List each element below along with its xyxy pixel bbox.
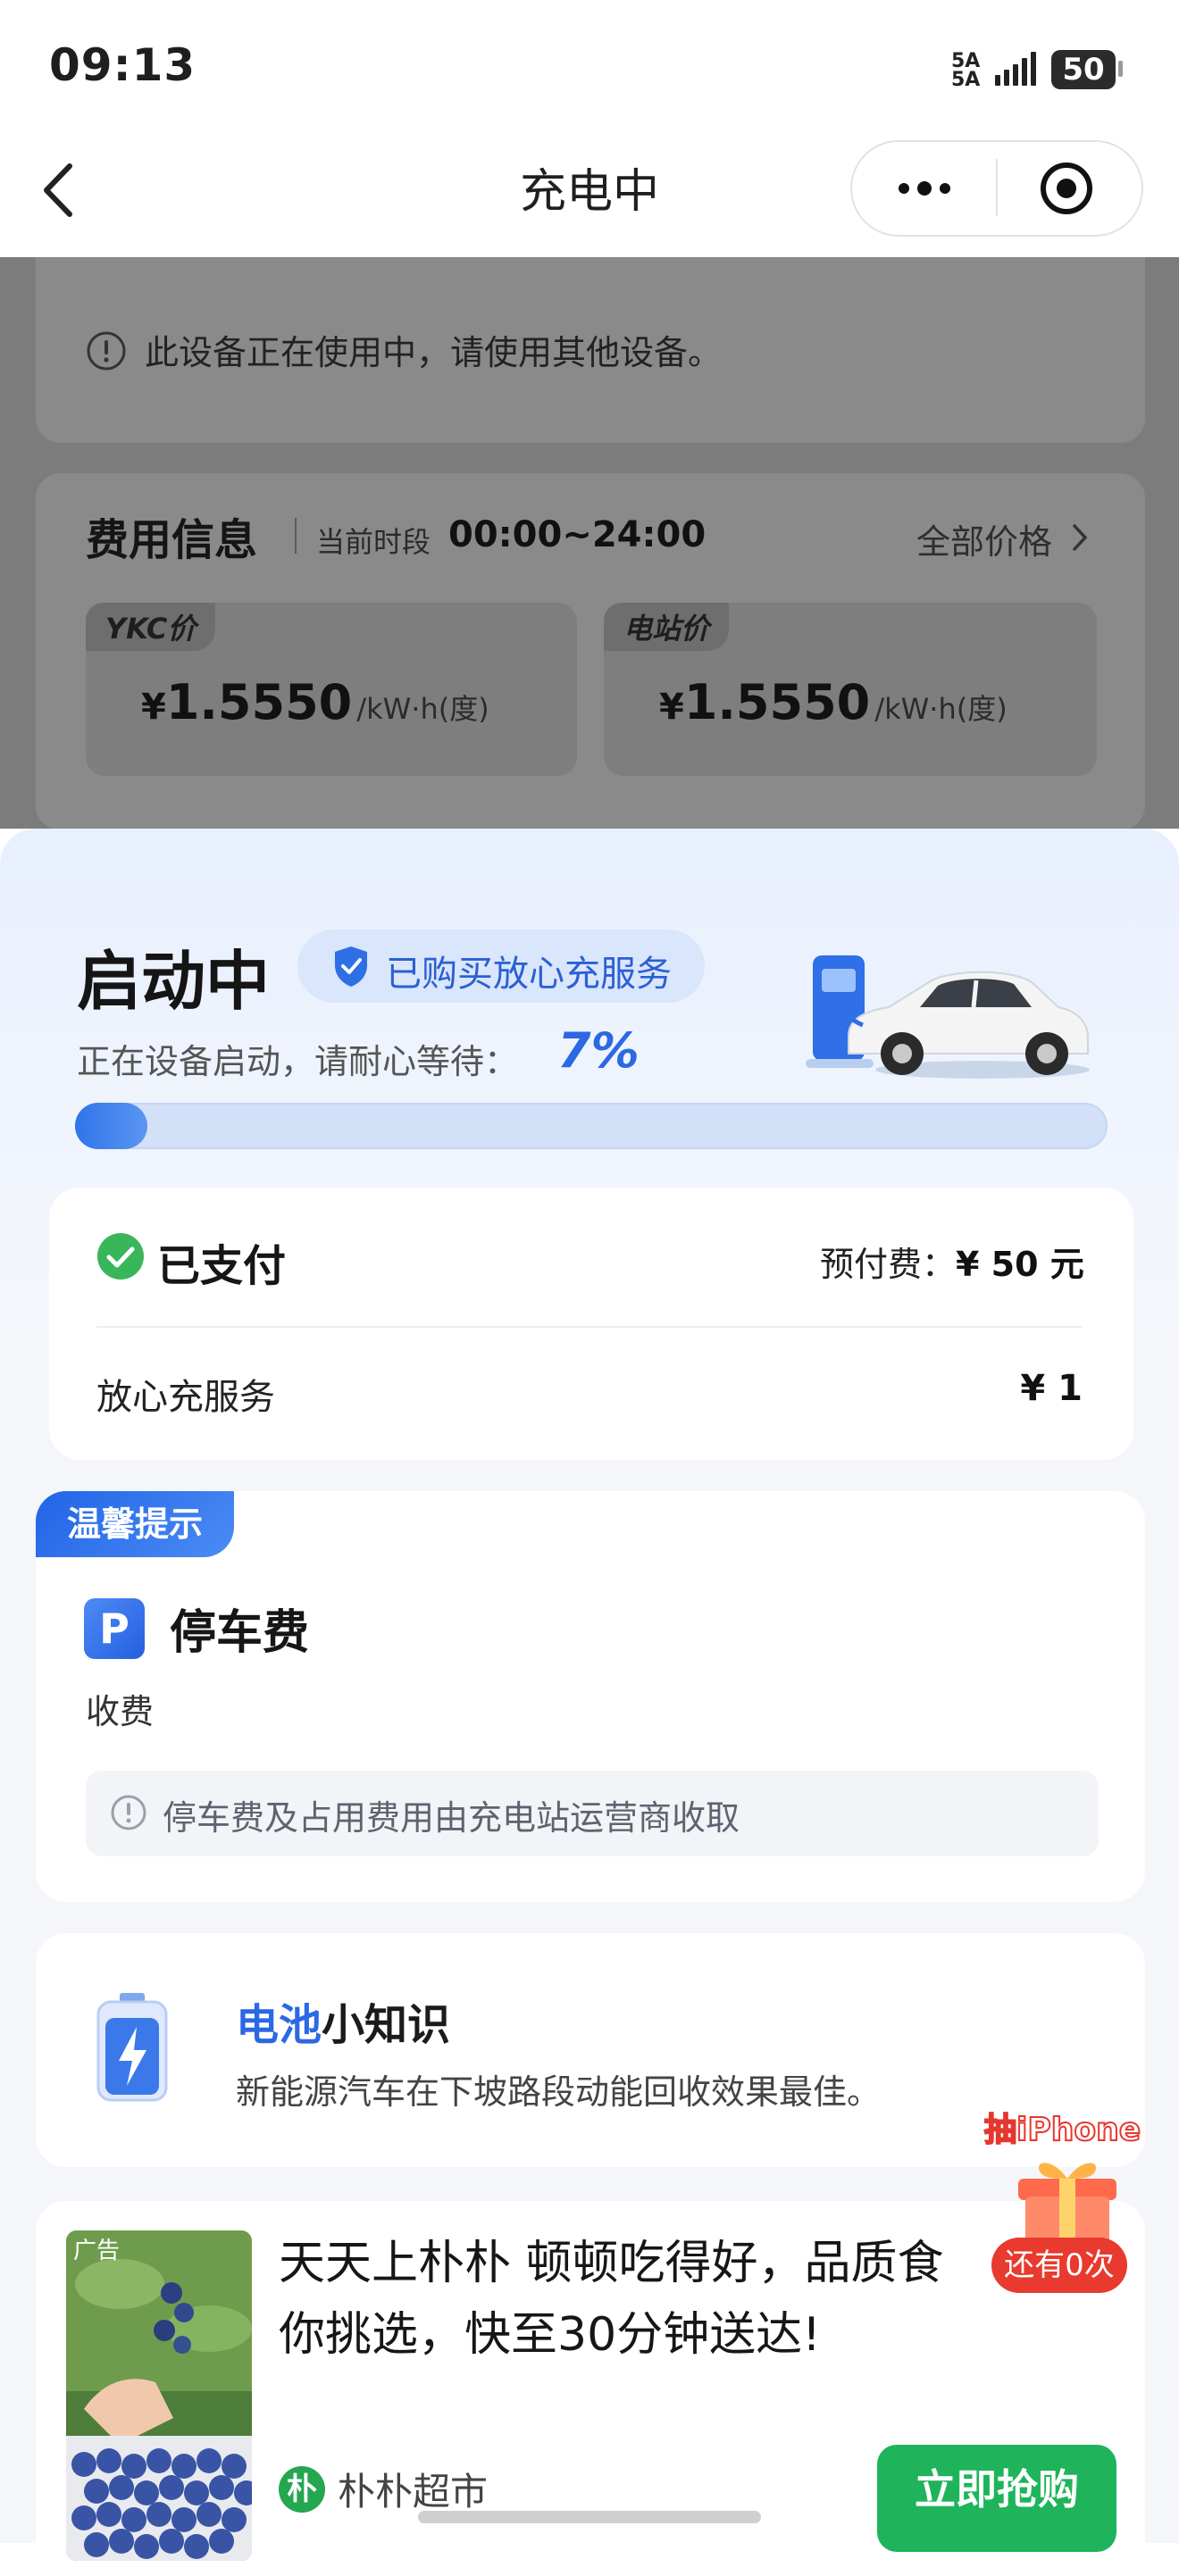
price-currency: ¥	[659, 687, 684, 728]
service-badge-label: 已购买放心充服务	[386, 954, 672, 995]
knowledge-card	[36, 1933, 1145, 2167]
gift-box-icon[interactable]	[1000, 2143, 1134, 2250]
price-unit: /kW·h(度)	[874, 692, 1008, 726]
price-currency: ¥	[141, 687, 166, 728]
ad-label: 广告	[73, 2238, 121, 2264]
info-icon	[87, 331, 126, 371]
tip-badge: 温馨提示	[36, 1491, 234, 1557]
price-tag: 电站价	[604, 603, 730, 651]
fee-divider	[295, 518, 297, 554]
buy-now-button[interactable]: 立即抢购	[877, 2445, 1116, 2552]
all-prices-link[interactable]: 全部价格	[916, 514, 1052, 563]
status-title: 启动中	[77, 944, 271, 1019]
wait-text: 正在设备启动，请耐心等待：	[77, 1042, 519, 1081]
service-label: 放心充服务	[96, 1377, 275, 1418]
battery-indicator: 50	[1051, 50, 1116, 89]
close-target-icon[interactable]	[1039, 161, 1094, 216]
check-circle-icon	[97, 1233, 144, 1280]
payment-divider	[96, 1326, 1083, 1328]
battery-icon	[96, 1993, 168, 2102]
info-icon	[111, 1795, 146, 1830]
price-amount: 1.5550	[165, 674, 353, 730]
device-notice-text: 此设备正在使用中，请使用其他设备。	[145, 333, 723, 372]
home-indicator	[418, 2511, 761, 2523]
car-charging-illustration	[806, 955, 1090, 1079]
progress-percent: 7%	[557, 1022, 640, 1079]
parking-title: 停车费	[170, 1606, 310, 1660]
brand-avatar: 朴	[279, 2466, 325, 2513]
signal-bars-icon	[995, 52, 1036, 86]
chevron-right-icon	[1073, 524, 1088, 551]
parking-note-text: 停车费及占用费用由充电站运营商收取	[163, 1798, 740, 1838]
prepay-label: 预付费：	[820, 1245, 957, 1284]
progress-track	[75, 1103, 1108, 1149]
knowledge-text: 新能源汽车在下坡路段动能回收效果最佳。	[236, 2072, 882, 2112]
period-label: 当前时段	[316, 525, 431, 559]
knowledge-title-blue: 电池	[236, 2000, 322, 2050]
parking-sub: 收费	[86, 1692, 155, 1731]
signal-label: 5A 5A	[951, 50, 981, 91]
paid-label: 已支付	[157, 1241, 287, 1291]
period-value: 00:00~24:00	[448, 514, 707, 555]
price-tag: YKC价	[86, 603, 216, 651]
brand-name: 朴朴超市	[338, 2470, 489, 2513]
prepay-row: 预付费：¥ 50 元	[820, 1237, 1084, 1286]
knowledge-title: 电池小知识	[236, 1989, 450, 2052]
fee-title: 费用信息	[86, 515, 258, 565]
parking-icon: P	[84, 1598, 145, 1659]
price-line: ¥1.5550 /kW·h(度)	[141, 674, 489, 730]
ad-image[interactable]	[66, 2230, 252, 2561]
price-unit: /kW·h(度)	[356, 692, 489, 726]
progress-fill	[75, 1103, 147, 1149]
service-value: ¥ 1	[1020, 1368, 1083, 1409]
status-time: 09:13	[49, 39, 196, 91]
shield-check-icon	[335, 946, 367, 987]
knowledge-title-rest: 小知识	[322, 2000, 451, 2050]
ad-headline[interactable]: 天天上朴朴 顿顿吃得好，品质食 你挑选，快至30分钟送达!	[279, 2228, 1047, 2371]
price-amount: 1.5550	[683, 674, 871, 730]
price-line: ¥1.5550 /kW·h(度)	[659, 674, 1008, 730]
capsule-divider	[996, 159, 998, 216]
more-dots-icon[interactable]	[893, 172, 956, 204]
prepay-value: ¥ 50 元	[956, 1245, 1084, 1284]
battery-tip	[1118, 61, 1123, 77]
gift-remaining: 还有0次	[991, 2238, 1127, 2293]
